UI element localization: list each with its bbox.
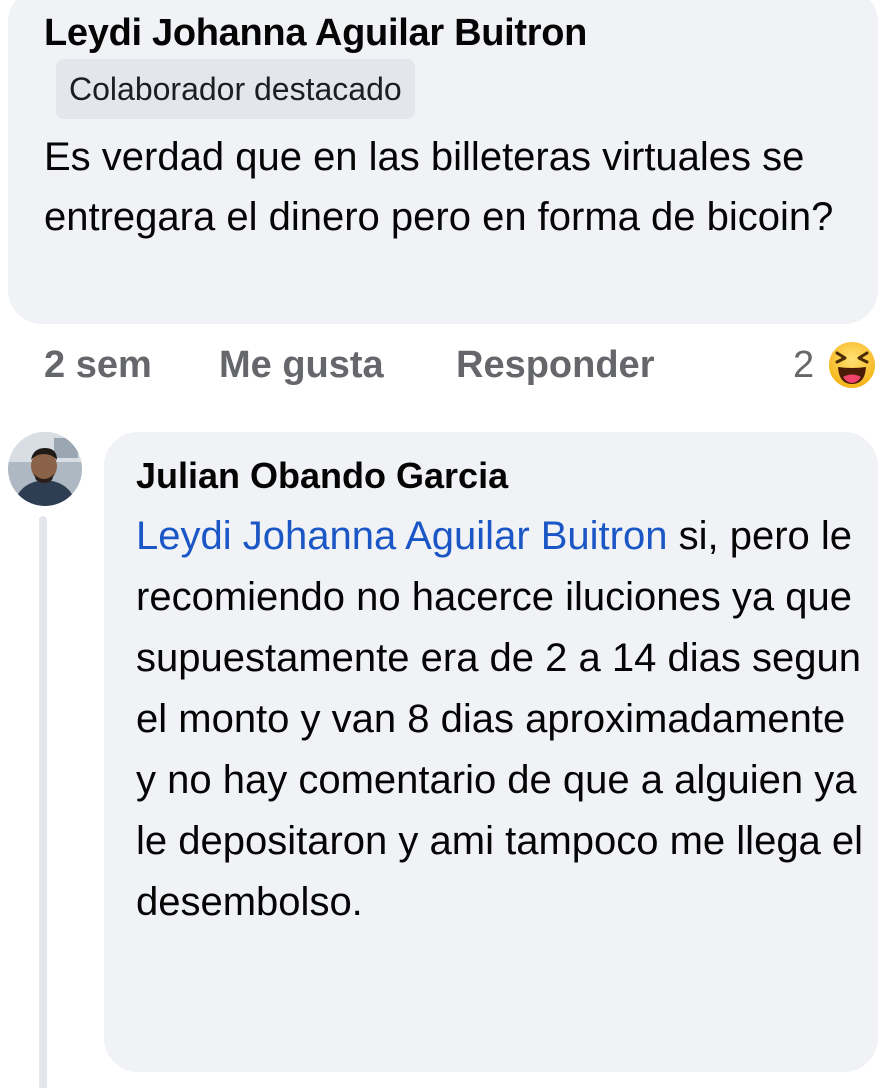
reaction-count[interactable]: 2 bbox=[793, 344, 814, 387]
reply-text: Leydi Johanna Aguilar Buitron si, pero l… bbox=[136, 506, 866, 933]
mention-link[interactable]: Leydi Johanna Aguilar Buitron bbox=[136, 514, 667, 558]
reply-text-body: si, pero le recomiendo no hacerce ilucio… bbox=[136, 514, 864, 924]
laughing-emoji-icon[interactable] bbox=[826, 339, 878, 391]
comment-text: Es verdad que en las billeteras virtuale… bbox=[44, 135, 834, 239]
like-button[interactable]: Me gusta bbox=[219, 344, 384, 387]
comment-timestamp[interactable]: 2 sem bbox=[44, 344, 152, 387]
author-badge: Colaborador destacado bbox=[56, 59, 415, 119]
comment-thread: Leydi Johanna Aguilar Buitron Colaborado… bbox=[0, 0, 893, 1088]
avatar[interactable] bbox=[8, 432, 82, 506]
comment-author-name[interactable]: Leydi Johanna Aguilar Buitron bbox=[44, 12, 587, 55]
reply-button[interactable]: Responder bbox=[456, 344, 654, 387]
thread-connector-line bbox=[39, 516, 47, 1088]
reply-author-name[interactable]: Julian Obando Garcia bbox=[136, 455, 508, 497]
